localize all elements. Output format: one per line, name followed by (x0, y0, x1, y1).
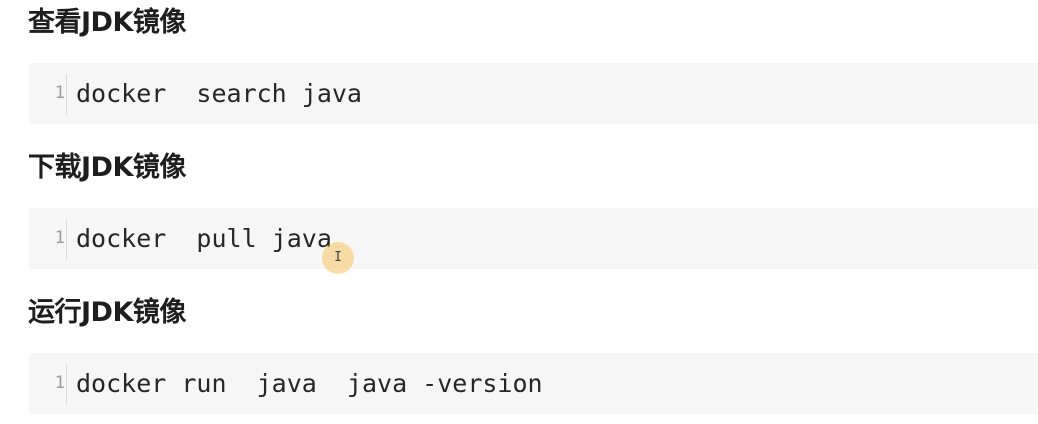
gutter-divider (66, 74, 67, 115)
line-number: 1 (54, 228, 65, 248)
code-block-search[interactable]: 1 docker search java (29, 63, 1038, 124)
line-number: 1 (54, 83, 65, 103)
line-number: 1 (54, 373, 65, 393)
text-cursor-icon: I (334, 250, 342, 265)
code-block-run[interactable]: 1 docker run java java -version (29, 353, 1038, 414)
heading-search-jdk-image: 查看JDK镜像 (28, 7, 186, 38)
heading-pull-jdk-image: 下载JDK镜像 (28, 152, 186, 183)
code-line[interactable]: docker pull java (76, 208, 332, 269)
code-line[interactable]: docker search java (76, 63, 362, 124)
gutter-divider (66, 364, 67, 405)
heading-run-jdk-image: 运行JDK镜像 (28, 297, 186, 328)
code-line[interactable]: docker run java java -version (76, 353, 543, 414)
gutter-divider (66, 219, 67, 260)
code-block-pull[interactable]: 1 docker pull java (29, 208, 1038, 269)
